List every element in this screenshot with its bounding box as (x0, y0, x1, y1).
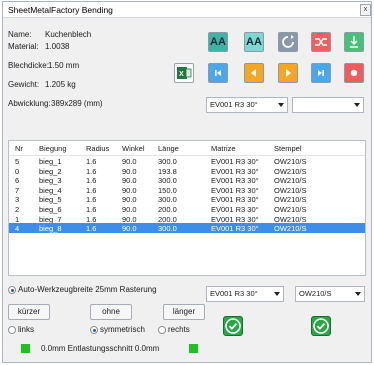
skip-last-icon (318, 70, 324, 76)
header-matrize[interactable]: Matrize (211, 144, 236, 153)
matrize-select-value: EV001 R3 30° (210, 289, 258, 298)
rotate-button[interactable] (278, 32, 298, 52)
status-indicator-left (21, 344, 30, 353)
right-label: rechts (168, 325, 190, 334)
stempel-select-value: OW210/S (299, 289, 332, 298)
shorter-button[interactable]: kürzer (8, 304, 50, 320)
left-label: links (18, 325, 35, 334)
longer-button[interactable]: länger (163, 304, 205, 320)
thickness-row: Blechdicke:1.50 mm (8, 61, 79, 70)
rotate-icon (282, 35, 294, 48)
name-label: Name: (8, 30, 32, 39)
thickness-label: Blechdicke: (8, 61, 49, 70)
matrize-select-top[interactable]: EV001 R3 30° (206, 97, 288, 113)
excel-button[interactable]: X (174, 63, 194, 83)
table-cell: EV001 R3 30° (211, 224, 259, 234)
auto-width-radio[interactable] (8, 286, 16, 294)
next-button[interactable] (278, 63, 298, 83)
bending-table: Nr Biegung Radius Winkel Länge Matrize S… (8, 140, 366, 276)
table-cell: 300.0 (158, 224, 177, 234)
skip-first-icon (215, 70, 221, 76)
window-title: SheetMetalFactory Bending (8, 5, 113, 15)
matrize-select-top-value: EV001 R3 30° (210, 100, 258, 109)
header-stempel[interactable]: Stempel (274, 144, 302, 153)
header-winkel[interactable]: Winkel (122, 144, 145, 153)
last-button[interactable] (311, 63, 331, 83)
stempel-select[interactable]: OW210/S (295, 286, 365, 302)
font-small-button[interactable]: AA (244, 32, 264, 52)
weight-label: Gewicht: (8, 80, 40, 89)
record-icon (350, 69, 358, 77)
symmetric-label: symmetrisch (100, 325, 145, 334)
name-row: Name: Kuchenblech (8, 30, 91, 39)
record-button[interactable] (344, 63, 364, 83)
close-button[interactable]: x (360, 4, 371, 16)
header-nr[interactable]: Nr (15, 144, 23, 153)
apply-stempel-button[interactable] (311, 316, 331, 336)
left-radio[interactable] (8, 326, 16, 334)
table-cell: 1.6 (86, 224, 97, 234)
checkmark-icon (225, 318, 241, 334)
secondary-select-top[interactable] (292, 97, 364, 113)
table-row[interactable]: 5 bieg_1 1.6 90.0 300.0 EV001 R3 30° OW210/S (9, 156, 365, 166)
header-radius[interactable]: Radius (86, 144, 109, 153)
weight-value: 1.205 kg (45, 80, 76, 89)
first-button[interactable] (208, 63, 228, 83)
unfold-label: Abwicklung: (8, 99, 51, 108)
export-button[interactable] (344, 32, 364, 52)
next-icon (286, 69, 291, 77)
title-bar: SheetMetalFactory Bending x (3, 2, 371, 18)
chevron-down-icon (274, 292, 280, 296)
header-biegung[interactable]: Biegung (39, 144, 67, 153)
font-large-button[interactable]: AA (208, 32, 228, 52)
table-cell: 90.0 (122, 224, 137, 234)
table-cell: 4 (15, 224, 20, 234)
table-header: Nr Biegung Radius Winkel Länge Matrize S… (9, 141, 365, 156)
shuffle-button[interactable] (311, 32, 331, 52)
right-radio[interactable] (158, 326, 166, 334)
table-row[interactable]: 7 bieg_4 1.6 90.0 150.0 EV001 R3 30° OW210/S (9, 185, 365, 195)
auto-width-label: Auto-Werkzeugbreite 25mm Rasterung (18, 285, 157, 294)
table-row[interactable]: 0 bieg_2 1.6 90.0 193.8 EV001 R3 30° OW210/S (9, 166, 365, 176)
matrize-select[interactable]: EV001 R3 30° (206, 286, 284, 302)
header-laenge[interactable]: Länge (158, 144, 179, 153)
checkmark-icon (313, 318, 329, 334)
main-window: SheetMetalFactory Bending x Name: Kuchenb… (2, 1, 372, 363)
previous-button[interactable] (244, 63, 264, 83)
weight-row: Gewicht: 1.205 kg (8, 80, 76, 89)
none-button[interactable]: ohne (90, 304, 132, 320)
material-value: 1.0038 (45, 42, 70, 51)
chevron-down-icon (278, 103, 284, 107)
table-row[interactable]: 6 bieg_3 1.6 90.0 300.0 EV001 R3 30° OW210/S (9, 175, 365, 185)
table-cell: bieg_8 (39, 224, 62, 234)
relief-cut-status: 0.0mm Entlastungsschnitt 0.0mm (41, 344, 160, 353)
excel-icon: X (177, 67, 192, 79)
name-value: Kuchenblech (45, 30, 92, 39)
symmetric-radio[interactable] (90, 326, 98, 334)
table-row[interactable]: 4 bieg_8 1.6 90.0 300.0 EV001 R3 30° OW210/S (9, 223, 365, 233)
unfold-row: Abwicklung:389x289 (mm) (8, 99, 103, 108)
shuffle-icon (315, 38, 327, 46)
apply-matrize-button[interactable] (223, 316, 243, 336)
chevron-down-icon (355, 292, 361, 296)
chevron-down-icon (354, 103, 360, 107)
thickness-value: 1.50 mm (48, 61, 80, 70)
material-label: Material: (8, 42, 39, 51)
material-row: Material: 1.0038 (8, 42, 69, 51)
table-row[interactable]: 2 bieg_6 1.6 90.0 200.0 EV001 R3 30° OW210/S (9, 204, 365, 214)
table-cell: OW210/S (274, 224, 307, 234)
previous-icon (251, 69, 256, 77)
table-row[interactable]: 3 bieg_5 1.6 90.0 300.0 EV001 R3 30° OW210/S (9, 194, 365, 204)
unfold-value: 389x289 (mm) (51, 99, 103, 108)
svg-text:X: X (179, 71, 184, 78)
status-indicator-right (189, 344, 198, 353)
table-row[interactable]: 1 bieg_7 1.6 90.0 200.0 EV001 R3 30° OW210/S (9, 214, 365, 224)
download-icon (350, 36, 358, 48)
